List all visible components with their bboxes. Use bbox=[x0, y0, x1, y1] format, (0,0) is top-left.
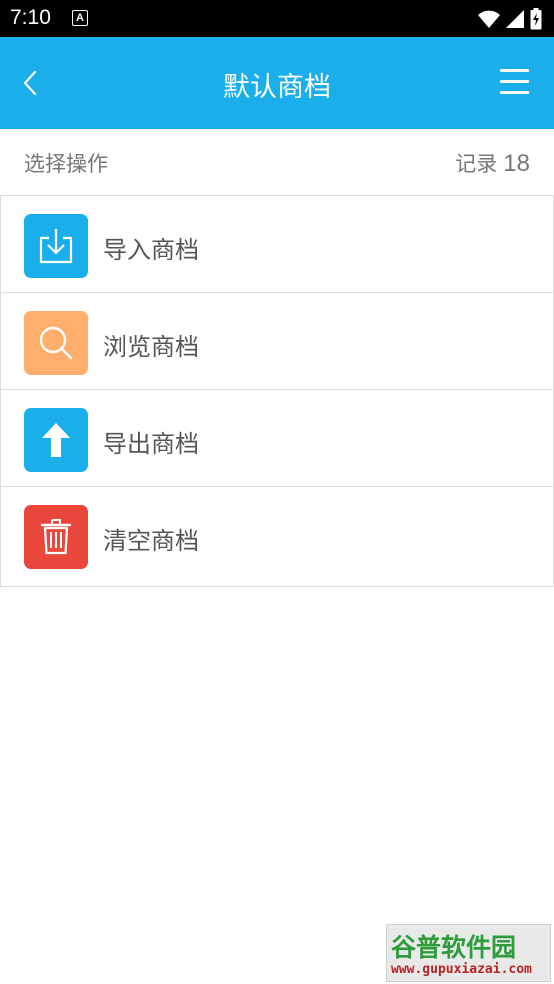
record-count-value: 18 bbox=[503, 150, 530, 177]
menu-button[interactable] bbox=[500, 69, 530, 97]
trash-icon bbox=[24, 505, 88, 569]
signal-icon bbox=[506, 10, 524, 28]
page-title: 默认商档 bbox=[223, 72, 331, 103]
hamburger-menu-icon bbox=[500, 69, 529, 72]
action-list: 导入商档 浏览商档 导出商档 清空商档 bbox=[0, 196, 554, 587]
export-item[interactable]: 导出商档 bbox=[1, 390, 553, 487]
watermark-title: 谷普软件园 bbox=[391, 933, 517, 962]
record-count: 记录 18 bbox=[455, 148, 530, 178]
wifi-icon bbox=[478, 10, 500, 28]
browse-item[interactable]: 浏览商档 bbox=[1, 293, 553, 390]
import-label: 导入商档 bbox=[103, 236, 199, 264]
watermark-url: www.gupuxiazai.com bbox=[391, 962, 532, 977]
notification-icon: A bbox=[72, 10, 88, 26]
search-icon bbox=[24, 311, 88, 375]
import-icon bbox=[24, 214, 88, 278]
clear-item[interactable]: 清空商档 bbox=[1, 487, 553, 586]
status-icons bbox=[478, 7, 542, 31]
import-item[interactable]: 导入商档 bbox=[1, 196, 553, 293]
browse-label: 浏览商档 bbox=[103, 333, 199, 361]
clear-label: 清空商档 bbox=[103, 527, 199, 555]
section-header: 选择操作 记录 18 bbox=[0, 129, 554, 196]
section-title: 选择操作 bbox=[24, 152, 108, 176]
battery-icon bbox=[530, 8, 542, 30]
record-count-label: 记录 bbox=[455, 152, 498, 176]
status-time: 7:10 bbox=[10, 6, 51, 29]
app-bar: 默认商档 bbox=[0, 37, 554, 129]
watermark: 谷普软件园 www.gupuxiazai.com bbox=[386, 924, 551, 982]
upload-arrow-icon bbox=[24, 408, 88, 472]
export-label: 导出商档 bbox=[103, 430, 199, 458]
status-bar: 7:10 A bbox=[0, 0, 554, 37]
